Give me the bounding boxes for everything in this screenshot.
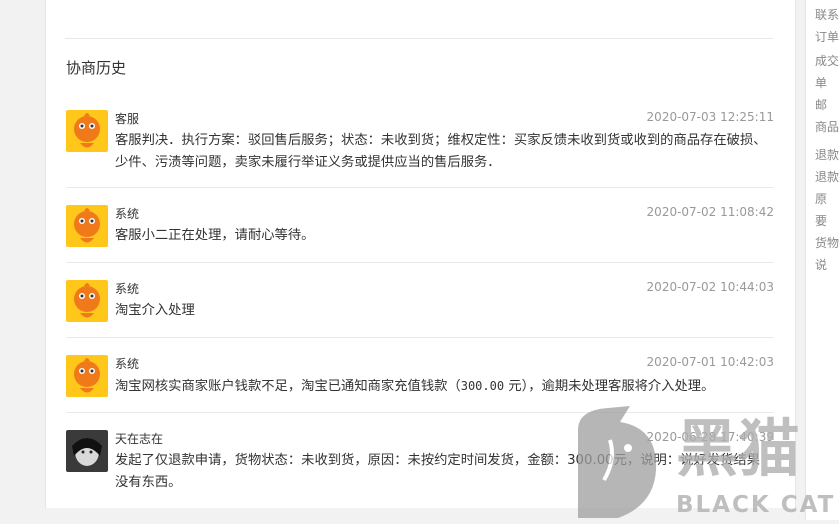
info-label: 货物 [815,236,839,250]
entry-message: 客服小二正在处理，请耐心等待。 [115,228,315,243]
entry-divider [66,262,774,263]
message-text: 元），逾期未处理客服将介入处理。 [504,379,715,394]
entry-divider [66,337,774,338]
entry-time: 2020-07-01 10:42:03 [646,355,774,369]
mascot-avatar-icon [66,205,108,247]
info-label: 成交 [815,54,839,68]
entry-divider [66,187,774,188]
black-cat-watermark-logo: 黑猫 BLACK CAT [568,400,839,520]
mascot-avatar-icon [66,110,108,152]
info-label: 原 [815,192,828,206]
watermark-text-cn: 黑猫 [676,412,800,485]
info-label: 退款 [815,148,839,162]
entry-author: 系统 [115,207,140,221]
info-label: 联系 [815,8,839,22]
entry-author: 系统 [115,282,140,296]
mascot-avatar-icon [66,280,108,322]
entry-author: 客服 [115,112,140,126]
divider [65,38,773,39]
entry-message: 淘宝介入处理 [115,303,195,318]
entry-time: 2020-07-02 11:08:42 [646,205,774,219]
entry-message: 客服判决．执行方案：驳回售后服务；状态：未收到货；维权定性：买家反馈未收到货或收… [115,133,767,170]
refund-amount: 300.00 [460,379,505,393]
info-label: 退款 [815,170,839,184]
entry-author: 系统 [115,357,140,371]
user-photo-avatar [66,430,108,472]
info-label: 邮 [815,98,828,112]
info-label: 要 [815,214,828,228]
entry-author: 天在志在 [115,432,164,446]
message-text: 淘宝网核实商家账户钱款不足，淘宝已通知商家充值钱款（ [115,379,461,394]
section-title: 协商历史 [66,59,127,77]
info-label: 单 [815,76,828,90]
entry-time: 2020-07-02 10:44:03 [646,280,774,294]
watermark-text-en: BLACK CAT [676,492,835,518]
entry-message: 淘宝网核实商家账户钱款不足，淘宝已通知商家充值钱款（300.00 元），逾期未处… [115,375,770,398]
info-label: 商品 [815,120,839,134]
info-label: 说 [815,258,828,272]
info-label: 订单 [815,30,839,44]
mascot-avatar-icon [66,355,108,397]
entry-time: 2020-07-03 12:25:11 [646,110,774,124]
